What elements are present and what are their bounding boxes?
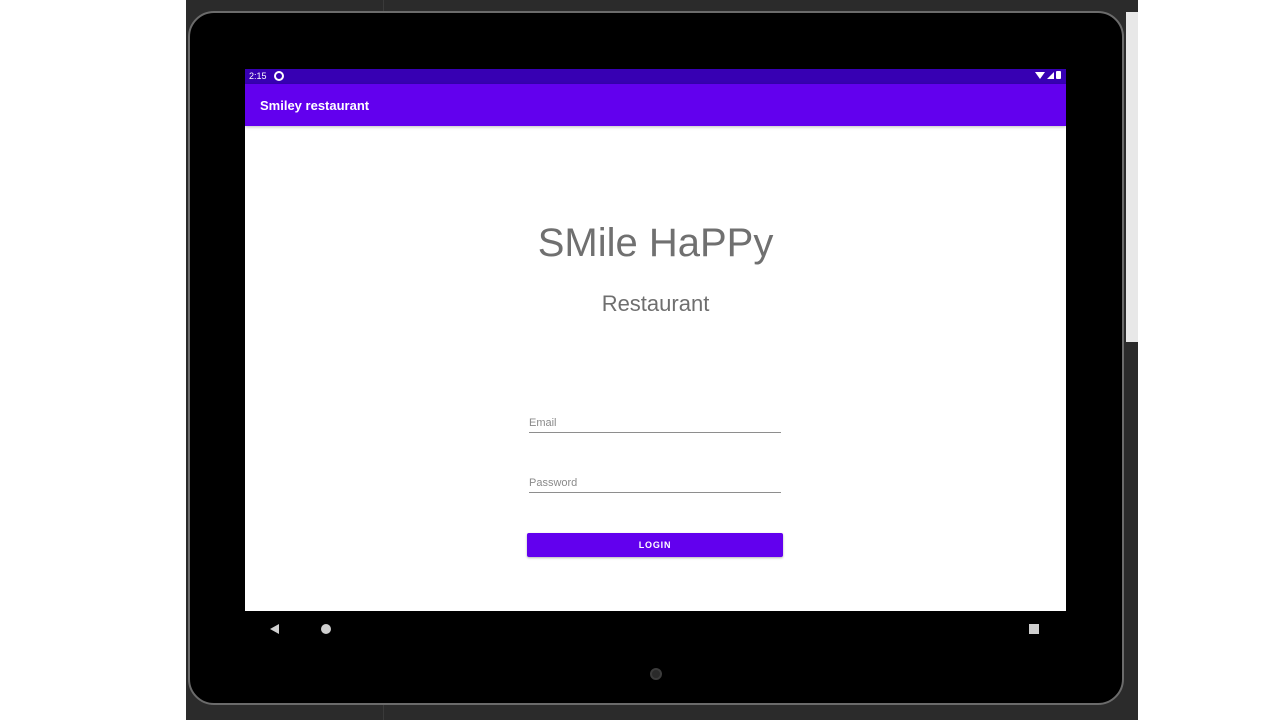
status-icons	[1035, 71, 1061, 79]
back-icon[interactable]	[270, 624, 279, 634]
status-bar: 2:15	[245, 69, 1066, 84]
navigation-bar	[245, 611, 1066, 648]
password-field	[529, 463, 781, 493]
sync-icon	[274, 71, 284, 81]
headline: SMile HaPPy	[537, 221, 774, 265]
camera-icon	[650, 668, 662, 680]
app-title: Smiley restaurant	[260, 98, 370, 113]
side-panel	[1126, 12, 1138, 342]
email-field	[529, 403, 781, 433]
battery-icon	[1056, 71, 1061, 79]
status-time: 2:15	[249, 71, 267, 81]
wifi-icon	[1035, 71, 1045, 79]
app-bar: Smiley restaurant	[245, 84, 1066, 126]
app-screen: 2:15 Smiley restaurant SMile HaPPy Resta…	[245, 69, 1066, 647]
login-button[interactable]: LOGIN	[527, 533, 783, 557]
password-input[interactable]	[529, 463, 781, 492]
email-input[interactable]	[529, 403, 781, 432]
subheadline: Restaurant	[601, 291, 710, 316]
recents-icon[interactable]	[1029, 624, 1039, 634]
signal-icon	[1047, 71, 1054, 79]
home-icon[interactable]	[321, 624, 331, 634]
